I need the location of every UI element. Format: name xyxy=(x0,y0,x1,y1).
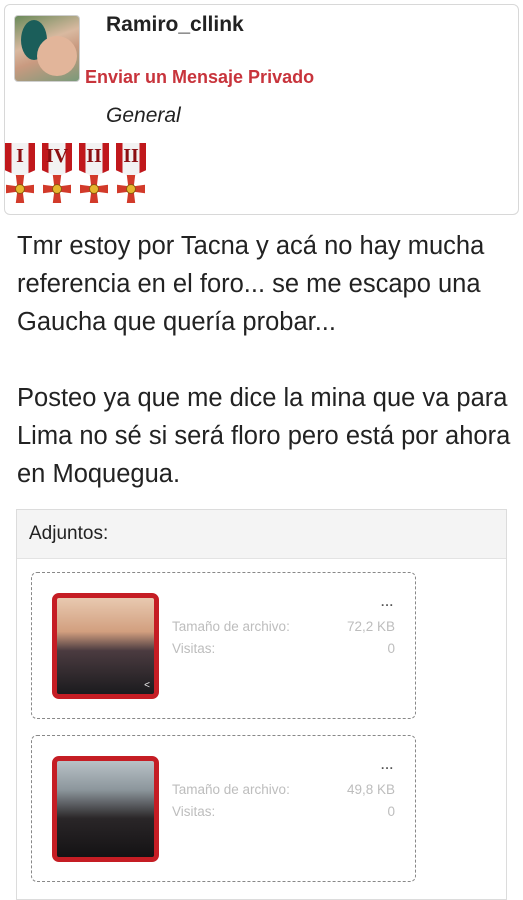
views-label: Visitas: xyxy=(172,641,216,656)
attachment-name[interactable]: ... xyxy=(381,595,394,609)
post-body: Tmr estoy por Tacna y acá no hay mucha r… xyxy=(17,227,512,493)
medal-list: I IV II II xyxy=(5,143,155,213)
medal-numeral: IV xyxy=(45,145,69,167)
attachments-header: Adjuntos: xyxy=(17,510,506,559)
share-icon: < xyxy=(144,680,150,691)
medal-numeral: II xyxy=(123,145,139,167)
medal-icon: II xyxy=(79,143,109,213)
medal-icon: IV xyxy=(42,143,72,213)
username-link[interactable]: Ramiro_cllink xyxy=(106,13,244,37)
send-private-message-link[interactable]: Enviar un Mensaje Privado xyxy=(85,67,314,88)
attachment-name[interactable]: ... xyxy=(381,758,394,772)
post-paragraph: Posteo ya que me dice la mina que va par… xyxy=(17,384,511,488)
attachment-item: < ... Tamaño de archivo: 72,2 KB Visitas… xyxy=(31,572,416,719)
user-info-card: Ramiro_cllink Enviar un Mensaje Privado … xyxy=(4,4,519,215)
file-size-value: 49,8 KB xyxy=(346,782,395,797)
views-label: Visitas: xyxy=(172,804,216,819)
attachments-box: Adjuntos: < ... Tamaño de archivo: 72,2 … xyxy=(16,509,507,900)
user-rank: General xyxy=(106,104,181,127)
medal-numeral: I xyxy=(16,145,24,167)
attachment-item: ... Tamaño de archivo: 49,8 KB Visitas: … xyxy=(31,735,416,882)
medal-icon: I xyxy=(5,143,35,213)
file-size-value: 72,2 KB xyxy=(346,619,395,634)
attachments-title: Adjuntos: xyxy=(29,523,109,544)
views-value: 0 xyxy=(387,804,395,819)
views-value: 0 xyxy=(387,641,395,656)
medal-icon: II xyxy=(116,143,146,213)
file-size-label: Tamaño de archivo: xyxy=(172,619,290,634)
medal-numeral: II xyxy=(86,145,102,167)
avatar[interactable] xyxy=(14,15,80,82)
post-paragraph: Tmr estoy por Tacna y acá no hay mucha r… xyxy=(17,232,485,336)
attachment-thumbnail[interactable]: < xyxy=(52,593,159,699)
file-size-label: Tamaño de archivo: xyxy=(172,782,290,797)
attachment-thumbnail[interactable] xyxy=(52,756,159,862)
